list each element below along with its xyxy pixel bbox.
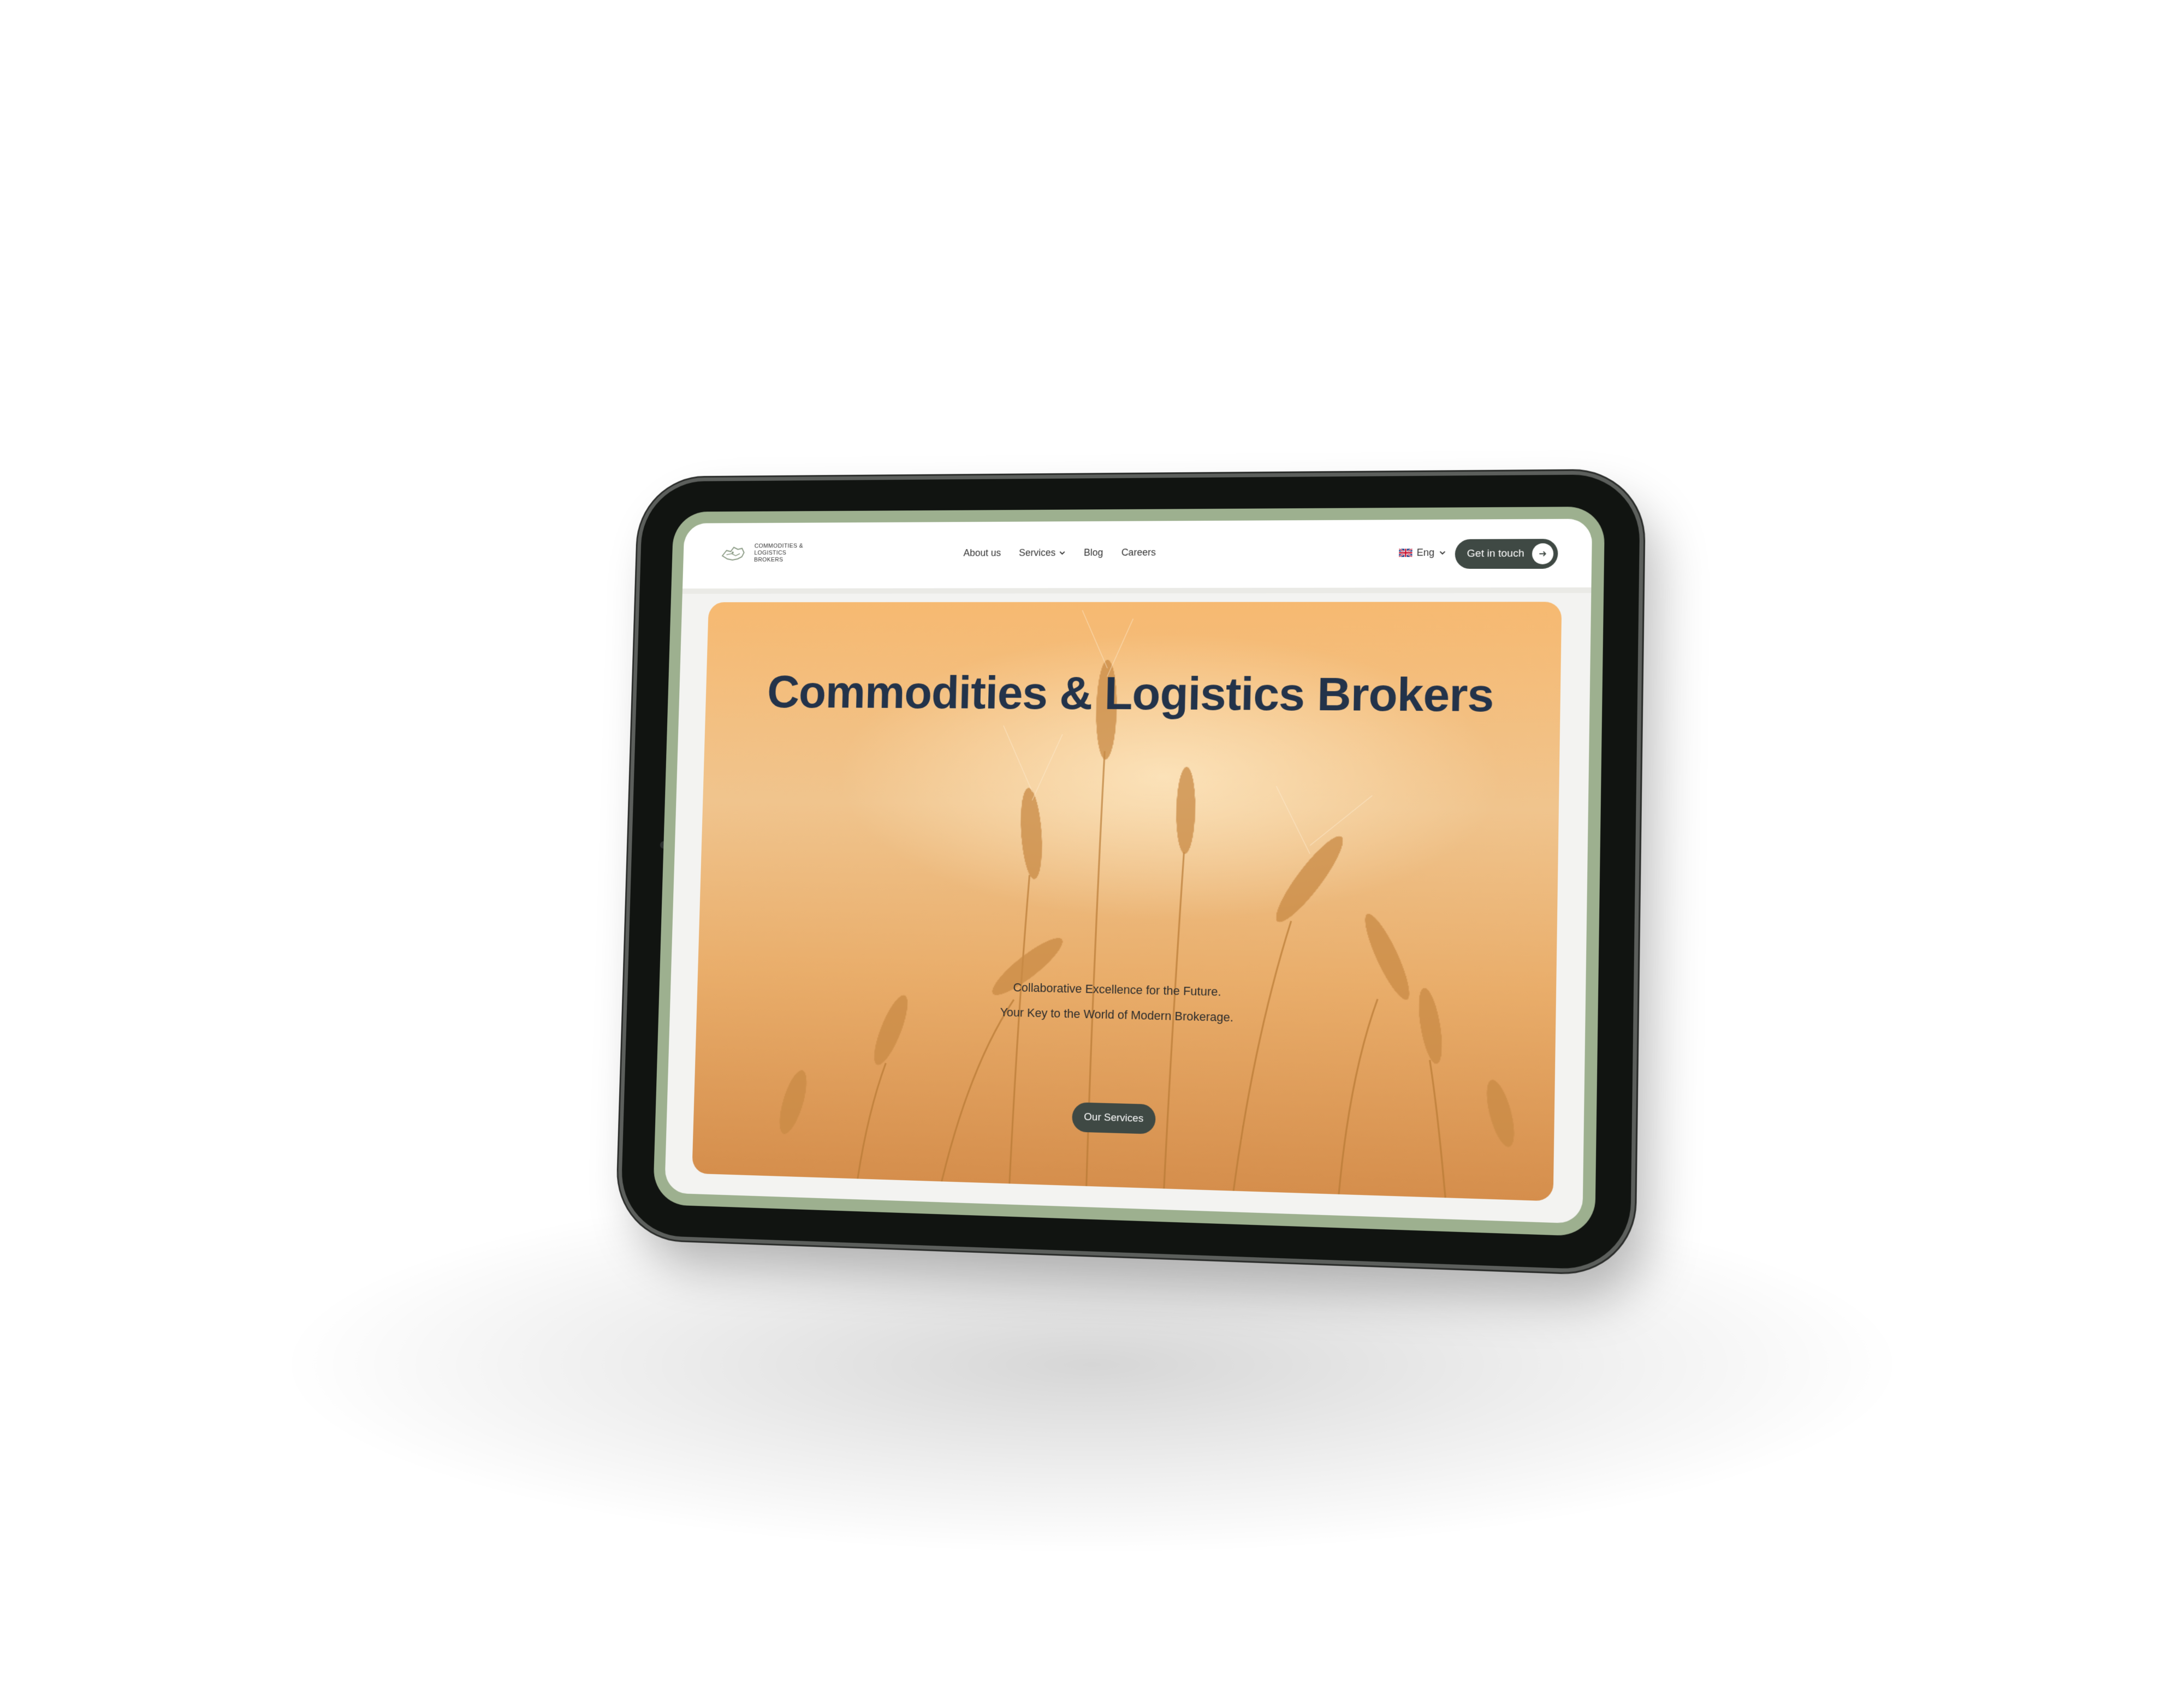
arrow-right-icon xyxy=(1538,549,1548,558)
tablet-screen: COMMODITIES & LOGISTICS BROKERS About us… xyxy=(652,507,1605,1237)
language-selector[interactable]: Eng xyxy=(1399,547,1446,558)
language-label: Eng xyxy=(1416,547,1435,558)
tablet-device: COMMODITIES & LOGISTICS BROKERS About us… xyxy=(620,474,1641,1271)
our-services-button[interactable]: Our Services xyxy=(1071,1102,1156,1134)
site-header: COMMODITIES & LOGISTICS BROKERS About us… xyxy=(682,519,1593,594)
mockup-scene: COMMODITIES & LOGISTICS BROKERS About us… xyxy=(0,0,2184,1696)
nav-item-about-us[interactable]: About us xyxy=(963,548,1001,559)
brand-logo[interactable]: COMMODITIES & LOGISTICS BROKERS xyxy=(719,541,803,566)
nav-item-services[interactable]: Services xyxy=(1019,547,1066,558)
logo-text: COMMODITIES & LOGISTICS BROKERS xyxy=(754,543,803,563)
nav-label: Careers xyxy=(1121,546,1156,558)
logo-line-1: COMMODITIES & xyxy=(754,542,804,549)
hero-section: Commodities & Logistics Brokers Collabor… xyxy=(692,602,1562,1201)
hero-title: Commodities & Logistics Brokers xyxy=(766,666,1494,722)
nav-item-blog[interactable]: Blog xyxy=(1084,547,1103,558)
main-nav: About us Services Blog Careers xyxy=(963,547,1156,559)
website-page: COMMODITIES & LOGISTICS BROKERS About us… xyxy=(664,519,1593,1224)
logo-line-2: LOGISTICS xyxy=(754,549,787,556)
cta-label: Get in touch xyxy=(1467,548,1524,560)
nav-item-careers[interactable]: Careers xyxy=(1121,547,1156,558)
get-in-touch-button[interactable]: Get in touch xyxy=(1454,539,1558,569)
logo-line-3: BROKERS xyxy=(753,556,784,563)
map-logo-icon xyxy=(719,541,747,566)
nav-label: About us xyxy=(963,547,1001,558)
nav-label: Blog xyxy=(1083,547,1103,558)
nav-label: Services xyxy=(1019,547,1056,558)
uk-flag-icon xyxy=(1399,549,1413,557)
chevron-down-icon xyxy=(1439,549,1446,556)
cta-icon-circle xyxy=(1532,543,1554,564)
chevron-down-icon xyxy=(1059,549,1066,556)
